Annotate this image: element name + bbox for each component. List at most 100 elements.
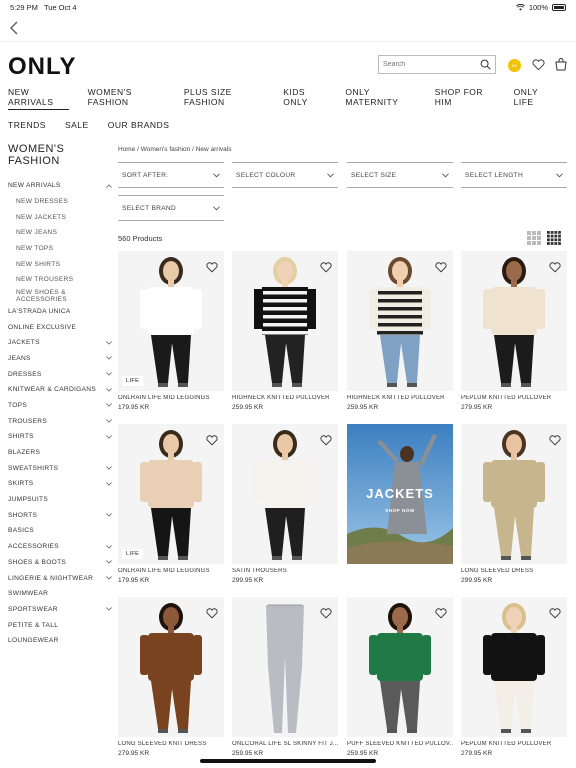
nav-shop-for-him[interactable]: SHOP FOR HIM bbox=[435, 87, 495, 110]
sidebar-item[interactable]: LA'STRADA UNICA bbox=[8, 304, 112, 320]
wishlist-heart-icon[interactable] bbox=[549, 608, 561, 619]
product-image[interactable] bbox=[461, 251, 567, 391]
product-image[interactable]: LIFE bbox=[118, 424, 224, 564]
sidebar-item[interactable]: NEW DRESSES bbox=[8, 194, 112, 210]
chevron-down-icon[interactable] bbox=[106, 356, 112, 361]
product-name[interactable]: PEPLUM KNITTED PULLOVER bbox=[461, 395, 567, 401]
chevron-down-icon[interactable] bbox=[106, 466, 112, 470]
product-name[interactable]: HIGHNECK KNITTED PULLOVER bbox=[347, 395, 453, 401]
product-card[interactable]: LONG SLEEVED KNIT DRESS 279.95 KR bbox=[118, 597, 224, 757]
wishlist-heart-icon[interactable] bbox=[206, 262, 218, 273]
product-name[interactable]: PEPLUM KNITTED PULLOVER bbox=[461, 741, 567, 747]
nav-sale[interactable]: SALE bbox=[65, 120, 89, 130]
sidebar-item[interactable]: ACCESSORIES bbox=[8, 539, 112, 555]
sidebar-item[interactable]: SWIMWEAR bbox=[8, 586, 112, 602]
sidebar-item[interactable]: SWEATSHIRTS bbox=[8, 460, 112, 476]
sidebar-item[interactable]: BASICS bbox=[8, 523, 112, 539]
product-name[interactable]: ONLRAIN LIFE MID LEGGINGS bbox=[118, 568, 224, 574]
select-size-dropdown[interactable]: SELECT SIZE bbox=[347, 162, 453, 188]
chevron-down-icon[interactable] bbox=[106, 340, 112, 345]
product-card[interactable]: SATIN TROUSERS 299.95 KR bbox=[232, 424, 338, 584]
product-name[interactable]: HIGHNECK KNITTED PULLOVER bbox=[232, 395, 338, 401]
sidebar-item[interactable]: BLAZERS bbox=[8, 445, 112, 461]
sidebar-item[interactable]: DRESSES bbox=[8, 366, 112, 382]
chevron-down-icon[interactable] bbox=[106, 435, 112, 439]
wishlist-heart-icon[interactable] bbox=[549, 262, 561, 273]
wishlist-heart-icon[interactable] bbox=[320, 262, 332, 273]
sidebar-item[interactable]: LOUNGEWEAR bbox=[8, 633, 112, 649]
promo-image[interactable]: JACKETS SHOP NOW bbox=[347, 424, 453, 564]
product-name[interactable]: PUFF SLEEVED KNITTED PULLOV... bbox=[347, 741, 453, 747]
product-image[interactable]: LIFE bbox=[118, 251, 224, 391]
product-image[interactable] bbox=[347, 597, 453, 737]
wishlist-heart-icon[interactable] bbox=[435, 262, 447, 273]
product-name[interactable]: SATIN TROUSERS bbox=[232, 568, 338, 574]
sidebar-item[interactable]: NEW TOPS bbox=[8, 241, 112, 257]
nav-womens-fashion[interactable]: WOMEN'S FASHION bbox=[88, 87, 165, 110]
sidebar-item[interactable]: TROUSERS bbox=[8, 413, 112, 429]
nav-only-maternity[interactable]: ONLY MATERNITY bbox=[345, 87, 415, 110]
sort-after-dropdown[interactable]: SORT AFTER: bbox=[118, 162, 224, 188]
sidebar-item[interactable]: NEW ARRIVALS bbox=[8, 178, 112, 194]
chevron-down-icon[interactable] bbox=[106, 482, 112, 486]
sidebar-item[interactable]: KNITWEAR & CARDIGANS bbox=[8, 382, 112, 398]
nav-kids-only[interactable]: KIDS ONLY bbox=[283, 87, 326, 110]
wishlist-heart-icon[interactable] bbox=[435, 608, 447, 619]
search-box[interactable] bbox=[378, 55, 496, 74]
search-input[interactable] bbox=[383, 61, 475, 68]
sidebar-item[interactable]: JACKETS bbox=[8, 335, 112, 351]
sidebar-item[interactable]: TOPS bbox=[8, 398, 112, 414]
shopping-bag-icon[interactable] bbox=[555, 58, 567, 71]
chevron-up-icon[interactable] bbox=[106, 184, 112, 188]
country-flag-icon[interactable]: DK bbox=[508, 59, 521, 72]
chevron-down-icon[interactable] bbox=[106, 419, 112, 423]
product-image[interactable] bbox=[461, 424, 567, 564]
sidebar-item[interactable]: SHOES & BOOTS bbox=[8, 555, 112, 571]
chevron-down-icon[interactable] bbox=[106, 607, 112, 612]
nav-trends[interactable]: TRENDS bbox=[8, 120, 46, 130]
product-card[interactable]: ONLCORAL LIFE SL SKINNY FIT J... 259.95 K… bbox=[232, 597, 338, 757]
product-card[interactable]: PUFF SLEEVED KNITTED PULLOV... 259.95 KR bbox=[347, 597, 453, 757]
product-image[interactable] bbox=[232, 424, 338, 564]
product-card[interactable]: LIFE ONLRAIN LIFE MID LEGGINGS 179.95 KR bbox=[118, 424, 224, 584]
promo-card[interactable]: JACKETS SHOP NOW bbox=[347, 424, 453, 564]
nav-our-brands[interactable]: OUR BRANDS bbox=[108, 120, 170, 130]
brand-logo[interactable]: ONLY bbox=[8, 53, 76, 81]
sidebar-item[interactable]: NEW JEANS bbox=[8, 225, 112, 241]
wishlist-heart-icon[interactable] bbox=[320, 435, 332, 446]
product-card[interactable]: PEPLUM KNITTED PULLOVER 279.95 KR bbox=[461, 597, 567, 757]
wishlist-heart-icon[interactable] bbox=[206, 608, 218, 619]
chevron-down-icon[interactable] bbox=[106, 403, 112, 408]
sidebar-item[interactable]: JUMPSUITS bbox=[8, 492, 112, 508]
select-length-dropdown[interactable]: SELECT LENGTH bbox=[461, 162, 567, 188]
home-indicator[interactable] bbox=[200, 759, 376, 763]
product-card[interactable]: PEPLUM KNITTED PULLOVER 279.95 KR bbox=[461, 251, 567, 411]
product-name[interactable]: LONG SLEEVED DRESS bbox=[461, 568, 567, 574]
sidebar-item[interactable]: SHIRTS bbox=[8, 429, 112, 445]
product-card[interactable]: HIGHNECK KNITTED PULLOVER 259.95 KR bbox=[347, 251, 453, 411]
wishlist-heart-icon[interactable] bbox=[206, 435, 218, 446]
select-colour-dropdown[interactable]: SELECT COLOUR bbox=[232, 162, 338, 188]
sidebar-item[interactable]: LINGERIE & NIGHTWEAR bbox=[8, 570, 112, 586]
product-image[interactable] bbox=[118, 597, 224, 737]
chevron-down-icon[interactable] bbox=[106, 513, 112, 517]
wishlist-heart-icon[interactable] bbox=[320, 608, 332, 619]
sidebar-item[interactable]: NEW SHIRTS bbox=[8, 256, 112, 272]
product-image[interactable] bbox=[232, 251, 338, 391]
chevron-down-icon[interactable] bbox=[106, 576, 112, 580]
promo-shop-now-link[interactable]: SHOP NOW bbox=[347, 508, 453, 513]
sidebar-item[interactable]: NEW SHOES & ACCESSORIES bbox=[8, 288, 112, 304]
product-image[interactable] bbox=[232, 597, 338, 737]
wishlist-heart-icon[interactable] bbox=[549, 435, 561, 446]
back-arrow-icon[interactable] bbox=[8, 20, 22, 36]
select-brand-dropdown[interactable]: SELECT BRAND bbox=[118, 195, 224, 221]
sidebar-item[interactable]: SPORTSWEAR bbox=[8, 602, 112, 618]
product-card[interactable]: LIFE ONLRAIN LIFE MID LEGGINGS 179.95 KR bbox=[118, 251, 224, 411]
sidebar-item[interactable]: ONLINE EXCLUSIVE bbox=[8, 319, 112, 335]
sidebar-item[interactable]: NEW TROUSERS bbox=[8, 272, 112, 288]
nav-new-arrivals[interactable]: NEW ARRIVALS bbox=[8, 87, 69, 110]
nav-only-life[interactable]: ONLY LIFE bbox=[514, 87, 555, 110]
chevron-down-icon[interactable] bbox=[106, 560, 112, 564]
sidebar-item[interactable]: NEW JACKETS bbox=[8, 209, 112, 225]
sidebar-item[interactable]: JEANS bbox=[8, 351, 112, 367]
